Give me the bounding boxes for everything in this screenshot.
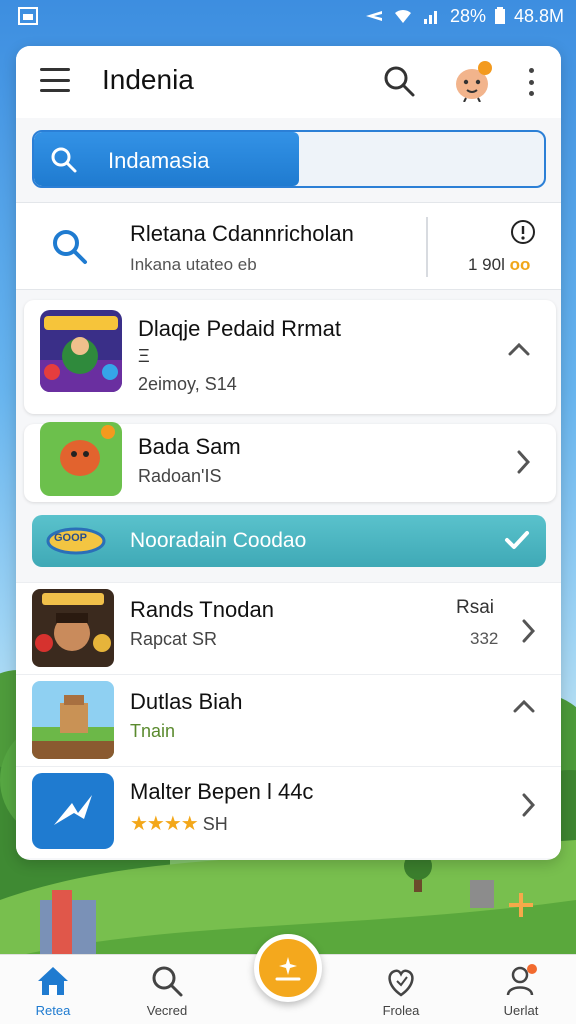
game-thumbnail	[40, 422, 122, 496]
heart-icon	[388, 969, 414, 997]
profile-icon	[506, 964, 537, 996]
item-subtitle: SH	[202, 814, 228, 834]
status-bar: 28% 48.8M	[0, 0, 576, 32]
nav-search[interactable]: Vecred	[122, 963, 212, 1018]
search-icon[interactable]	[382, 64, 416, 103]
info-icon[interactable]	[510, 219, 536, 250]
item-subtitle: Tnain	[130, 721, 176, 741]
nav-favorites[interactable]: Frolea	[356, 963, 446, 1018]
wifi-icon	[392, 7, 414, 25]
nav-label: Uerlat	[503, 1003, 539, 1018]
divider	[426, 217, 428, 277]
app-bar: Indenia	[16, 46, 561, 118]
main-card: Indenia Indamasia Rletana Cdannricholan	[16, 46, 561, 860]
item-title: Malter Bepen l 44c	[130, 779, 314, 804]
gallery-icon	[18, 7, 38, 25]
nav-profile[interactable]: Uerlat	[476, 963, 566, 1018]
chevron-right-icon[interactable]	[516, 450, 531, 479]
item-meta: Ξ	[138, 346, 150, 366]
center-action-button[interactable]	[254, 934, 322, 1002]
nav-label: Vecred	[146, 1003, 188, 1018]
result-title: Rletana Cdannricholan	[130, 221, 354, 246]
section-badge-text: GOOP	[54, 532, 88, 544]
app-thumbnail	[32, 773, 114, 849]
chevron-right-icon[interactable]	[521, 793, 536, 822]
search-query: Indamasia	[108, 148, 210, 173]
section-title: Nooradain Coodao	[130, 529, 307, 552]
list-item[interactable]: Rands Tnodan Rapcat SR Rsai 332	[16, 582, 561, 674]
list-item[interactable]: Dutlas Biah Tnain	[16, 674, 561, 766]
section-header[interactable]: GOOP Nooradain Coodao	[32, 515, 546, 567]
chevron-right-icon[interactable]	[521, 619, 536, 648]
battery-icon	[494, 7, 506, 25]
plus-icon[interactable]	[506, 890, 536, 925]
chevron-up-icon[interactable]	[508, 342, 530, 361]
item-title: Rands Tnodan	[130, 597, 274, 622]
game-thumbnail	[40, 310, 122, 392]
nav-home[interactable]: Retea	[8, 963, 98, 1018]
nav-label: Frolea	[382, 1003, 420, 1018]
item-rating: ★★★★ SH	[130, 811, 228, 836]
battery-percent: 28%	[449, 5, 486, 26]
item-subtitle: 2eimoy, S14	[138, 374, 237, 394]
search-icon	[152, 966, 183, 997]
check-icon	[504, 529, 530, 556]
item-title: Dutlas Biah	[130, 689, 243, 714]
signal-icon	[422, 7, 442, 25]
item-right-label: Rsai	[456, 597, 495, 618]
list-item[interactable]: Bada Sam Radoan'IS	[24, 422, 556, 502]
airplane-icon	[364, 7, 384, 25]
result-value-accent: oo	[509, 255, 531, 274]
avatar[interactable]	[454, 60, 492, 103]
result-value-number: 1 90l	[468, 255, 505, 274]
item-title: Bada Sam	[138, 434, 241, 459]
result-value: 1 90l oo	[468, 255, 530, 275]
item-subtitle: Rapcat SR	[130, 629, 218, 649]
rating-stars: ★★★★	[130, 813, 199, 835]
page-title: Indenia	[102, 64, 194, 95]
search-input[interactable]: Indamasia	[32, 130, 546, 188]
item-title: Dlaqje Pedaid Rrmat	[138, 316, 341, 341]
more-icon[interactable]	[524, 68, 538, 96]
search-icon	[52, 229, 88, 270]
item-subtitle: Radoan'IS	[138, 466, 222, 486]
home-icon	[38, 967, 68, 995]
result-subtitle: Inkana utateo eb	[130, 255, 257, 274]
top-result[interactable]: Rletana Cdannricholan Inkana utateo eb 1…	[16, 202, 561, 290]
list-item[interactable]: Malter Bepen l 44c ★★★★ SH	[16, 766, 561, 858]
clock: 48.8M	[513, 5, 564, 26]
game-thumbnail	[32, 681, 114, 759]
chevron-up-icon[interactable]	[513, 699, 535, 718]
sparkle-icon	[275, 957, 301, 981]
search-icon	[50, 146, 78, 179]
item-right-value: 332	[470, 629, 499, 648]
nav-label: Retea	[35, 1003, 71, 1018]
list-item[interactable]: Dlaqje Pedaid Rrmat Ξ 2eimoy, S14	[24, 300, 556, 414]
game-thumbnail	[32, 589, 114, 667]
menu-icon[interactable]	[40, 68, 70, 92]
